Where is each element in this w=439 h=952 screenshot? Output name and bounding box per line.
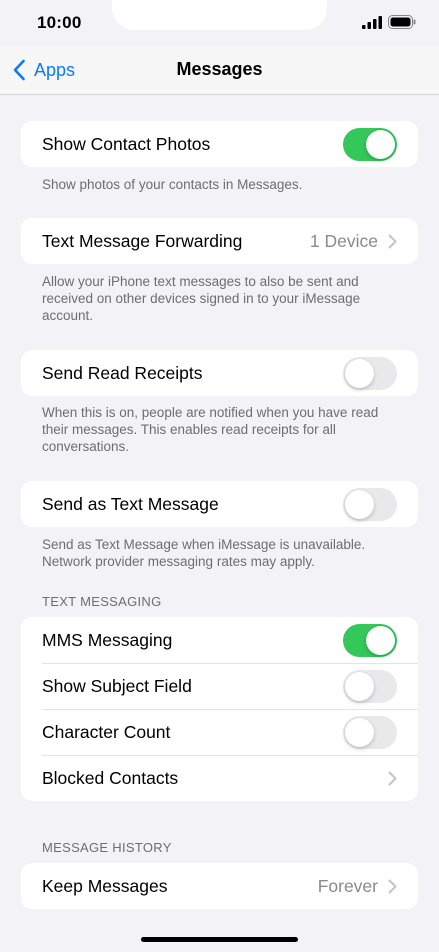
- text-message-forwarding-row[interactable]: Text Message Forwarding 1 Device: [21, 218, 418, 264]
- show-subject-field-row: Show Subject Field: [21, 663, 418, 709]
- home-indicator[interactable]: [141, 937, 298, 942]
- notch: [112, 0, 327, 30]
- navigation-bar: Apps Messages: [0, 46, 439, 95]
- keep-messages-row[interactable]: Keep Messages Forever: [21, 863, 418, 909]
- show-subject-field-toggle[interactable]: [343, 670, 397, 703]
- keep-messages-label: Keep Messages: [42, 875, 168, 896]
- read-receipts-footer: When this is on, people are notified whe…: [42, 405, 379, 454]
- show-contact-photos-row: Show Contact Photos: [21, 121, 418, 167]
- text-message-forwarding-label: Text Message Forwarding: [42, 230, 243, 251]
- send-read-receipts-toggle[interactable]: [343, 357, 397, 390]
- text-message-forwarding-value: 1 Device: [309, 230, 378, 251]
- character-count-toggle[interactable]: [343, 716, 397, 749]
- chevron-right-icon: [388, 234, 397, 248]
- cellular-signal-icon: [362, 16, 382, 29]
- toggle-knob: [345, 490, 374, 519]
- toggle-knob: [366, 130, 395, 159]
- message-history-header: MESSAGE HISTORY: [42, 840, 172, 855]
- status-bar: 10:00: [0, 0, 439, 46]
- toggle-knob: [345, 718, 374, 747]
- text-messaging-header: TEXT MESSAGING: [42, 594, 162, 609]
- blocked-contacts-row[interactable]: Blocked Contacts: [21, 755, 418, 801]
- page-title: Messages: [176, 59, 263, 79]
- battery-icon: [388, 15, 416, 29]
- send-as-text-footer: Send as Text Message when iMessage is un…: [42, 537, 366, 569]
- character-count-row: Character Count: [21, 709, 418, 755]
- text-messaging-group: MMS Messaging Show Subject Field Charact…: [21, 617, 418, 801]
- contact-photos-group: Show Contact Photos: [21, 121, 418, 167]
- keep-messages-value: Forever: [317, 875, 378, 896]
- mms-messaging-toggle[interactable]: [343, 624, 397, 657]
- toggle-knob: [345, 672, 374, 701]
- toggle-knob: [366, 626, 395, 655]
- chevron-right-icon: [388, 771, 397, 785]
- show-contact-photos-toggle[interactable]: [343, 128, 397, 161]
- send-as-text-message-row: Send as Text Message: [21, 481, 418, 527]
- chevron-right-icon: [388, 879, 397, 893]
- read-receipts-group: Send Read Receipts: [21, 350, 418, 396]
- contact-photos-footer: Show photos of your contacts in Messages…: [42, 177, 303, 192]
- forwarding-footer: Allow your iPhone text messages to also …: [42, 274, 361, 323]
- send-read-receipts-row: Send Read Receipts: [21, 350, 418, 396]
- forwarding-group: Text Message Forwarding 1 Device: [21, 218, 418, 264]
- message-history-group: Keep Messages Forever: [21, 863, 418, 909]
- mms-messaging-row: MMS Messaging: [21, 617, 418, 663]
- send-as-text-message-toggle[interactable]: [343, 488, 397, 521]
- blocked-contacts-label: Blocked Contacts: [42, 767, 179, 788]
- send-as-text-group: Send as Text Message: [21, 481, 418, 527]
- status-time: 10:00: [37, 13, 82, 32]
- toggle-knob: [345, 359, 374, 388]
